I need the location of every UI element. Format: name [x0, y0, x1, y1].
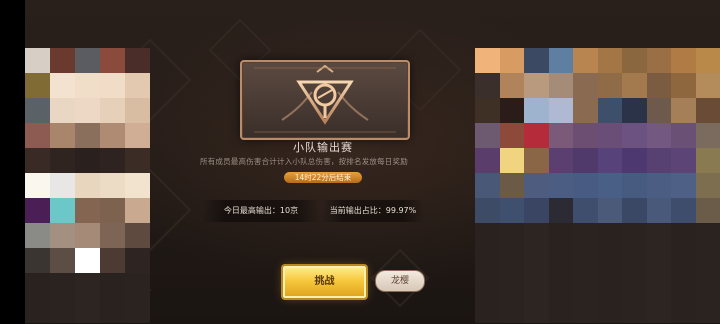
event-title: 小队输出赛	[293, 141, 353, 154]
event-timer-badge: 14时22分后结束	[284, 172, 362, 183]
daily-highest-output: 今日最高输出：10京	[202, 200, 320, 222]
current-output-share: 当前输出占比：99.97%	[322, 200, 424, 222]
challenge-button[interactable]: 挑战	[283, 266, 366, 298]
event-banner	[240, 60, 410, 140]
secondary-button[interactable]: 龙樱	[375, 270, 425, 292]
event-description: 所有成员最高伤害合计计入小队总伤害，按排名发放每日奖励	[200, 157, 408, 166]
team-crest-icon	[254, 64, 396, 133]
right-portrait-mosaic	[475, 48, 720, 324]
left-letterbox	[0, 0, 25, 324]
left-portrait-mosaic	[25, 48, 150, 324]
game-screen: 小队输出赛 所有成员最高伤害合计计入小队总伤害，按排名发放每日奖励 14时22分…	[0, 0, 720, 324]
